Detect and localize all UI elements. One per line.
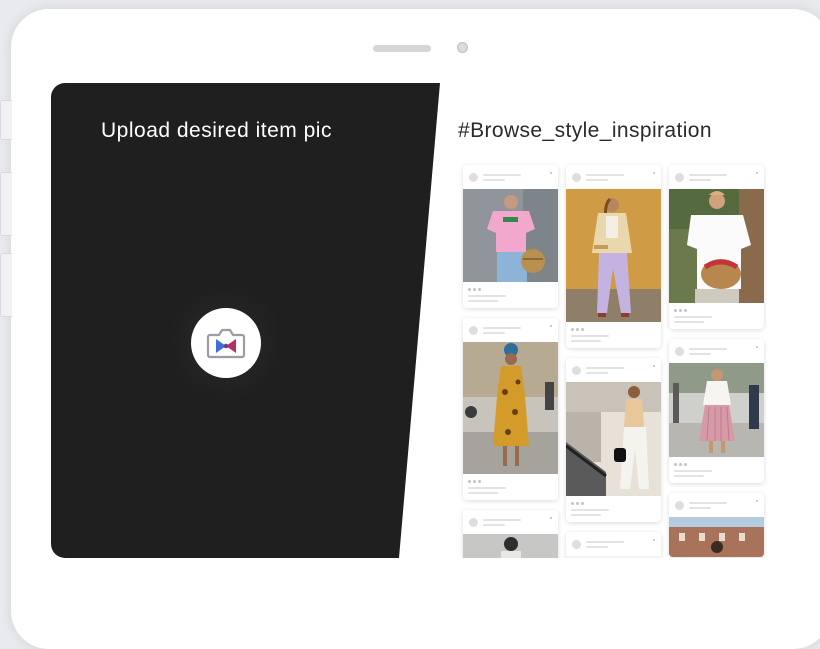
more-icon[interactable] xyxy=(653,539,655,541)
more-icon[interactable] xyxy=(550,517,552,519)
browse-title: #Browse_style_inspiration xyxy=(458,119,712,142)
feed-card[interactable] xyxy=(463,510,558,558)
more-icon[interactable] xyxy=(550,325,552,327)
upload-title: Upload desired item pic xyxy=(101,119,332,142)
card-header xyxy=(463,165,558,189)
photo-partial xyxy=(463,534,558,558)
more-icon[interactable] xyxy=(756,500,758,502)
feed-column-3 xyxy=(669,165,764,558)
photo-cream-blazer-lilac-pants xyxy=(566,189,661,322)
app-screen: Upload desired item pic #Browse_style_in… xyxy=(51,83,788,558)
feed-card[interactable] xyxy=(566,358,661,522)
card-header xyxy=(463,510,558,534)
avatar xyxy=(675,346,684,356)
avatar xyxy=(675,172,684,182)
photo-pink-pleated-skirt xyxy=(669,363,764,457)
avatar xyxy=(675,500,684,510)
photo-pink-tee-straw-bag xyxy=(463,189,558,282)
feed-card[interactable] xyxy=(566,532,661,558)
feed-card[interactable] xyxy=(669,339,764,483)
avatar xyxy=(469,325,478,335)
card-header xyxy=(566,165,661,189)
avatar xyxy=(469,172,478,182)
photo-white-pants-black-bag xyxy=(566,382,661,496)
volume-down-button xyxy=(0,253,12,317)
avatar xyxy=(572,172,581,182)
avatar xyxy=(469,517,478,527)
feed-card[interactable] xyxy=(566,165,661,348)
card-header xyxy=(669,165,764,189)
photo-partial xyxy=(566,556,661,558)
speaker-grille xyxy=(373,45,431,52)
card-header xyxy=(463,318,558,342)
more-icon[interactable] xyxy=(756,172,758,174)
feed-card[interactable] xyxy=(463,318,558,500)
front-camera xyxy=(457,42,468,53)
photo-yellow-floral-dress xyxy=(463,342,558,474)
card-header xyxy=(566,358,661,382)
feed-card[interactable] xyxy=(669,493,764,557)
card-header xyxy=(566,532,661,556)
more-icon[interactable] xyxy=(756,346,758,348)
photo-city-building xyxy=(669,517,764,557)
side-button xyxy=(0,100,12,140)
avatar xyxy=(572,539,581,549)
camera-upload-button[interactable] xyxy=(191,308,261,378)
camera-icon xyxy=(206,328,246,359)
more-icon[interactable] xyxy=(653,365,655,367)
photo-white-blouse-woven-bag xyxy=(669,189,764,303)
feed-card[interactable] xyxy=(463,165,558,308)
volume-up-button xyxy=(0,172,12,236)
more-icon[interactable] xyxy=(550,172,552,174)
avatar xyxy=(572,365,581,375)
card-header xyxy=(669,493,764,517)
feed-column-2 xyxy=(566,165,661,558)
feed-column-1 xyxy=(463,165,558,558)
feed-card[interactable] xyxy=(669,165,764,329)
card-header xyxy=(669,339,764,363)
more-icon[interactable] xyxy=(653,172,655,174)
